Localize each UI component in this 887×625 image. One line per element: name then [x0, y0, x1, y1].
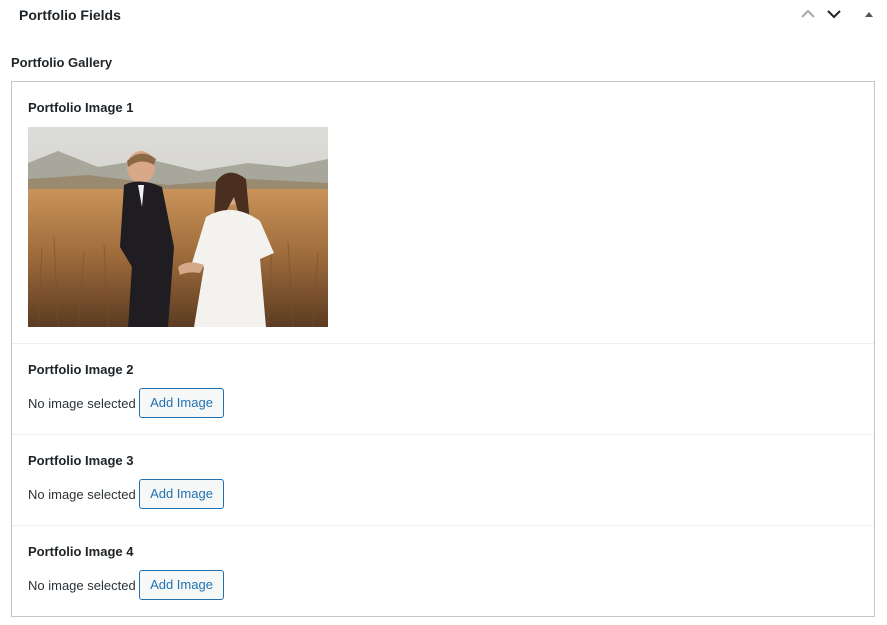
toggle-panel-button[interactable] — [859, 4, 879, 24]
triangle-up-icon — [864, 10, 874, 18]
field-label: Portfolio Image 3 — [28, 453, 134, 468]
portfolio-image-1-preview[interactable] — [28, 127, 328, 327]
move-up-button[interactable] — [798, 4, 818, 24]
metabox-title: Portfolio Fields — [19, 7, 121, 23]
add-image-button[interactable]: Add Image — [139, 479, 224, 509]
gallery-label: Portfolio Gallery — [11, 55, 113, 70]
image-field-1: Portfolio Image 1 — [12, 82, 874, 344]
no-image-status: No image selected — [28, 487, 136, 502]
metabox-header: Portfolio Fields — [0, 0, 887, 30]
move-down-button[interactable] — [824, 4, 844, 24]
gallery-container: Portfolio Image 1 Portfolio Image 2 No i… — [11, 81, 875, 617]
add-image-button[interactable]: Add Image — [139, 388, 224, 418]
field-label: Portfolio Image 1 — [28, 100, 134, 115]
chevron-up-icon — [800, 9, 816, 19]
field-label: Portfolio Image 4 — [28, 544, 134, 559]
image-field-2: Portfolio Image 2 No image selected Add … — [12, 344, 874, 435]
chevron-down-icon — [826, 9, 842, 19]
add-image-button[interactable]: Add Image — [139, 570, 224, 600]
image-field-3: Portfolio Image 3 No image selected Add … — [12, 435, 874, 526]
no-image-status: No image selected — [28, 578, 136, 593]
image-field-4: Portfolio Image 4 No image selected Add … — [12, 526, 874, 616]
field-label: Portfolio Image 2 — [28, 362, 134, 377]
no-image-status: No image selected — [28, 396, 136, 411]
